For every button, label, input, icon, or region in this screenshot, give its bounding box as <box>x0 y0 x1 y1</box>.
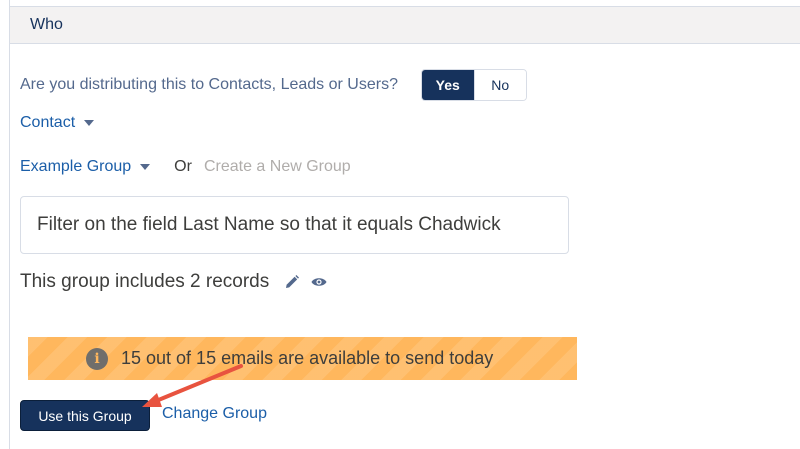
or-label: Or <box>174 158 192 175</box>
recipient-type-label: Contact <box>20 114 76 131</box>
eye-icon[interactable] <box>311 276 327 288</box>
pencil-icon[interactable] <box>285 275 300 289</box>
group-dropdown[interactable]: Example Group <box>20 158 151 176</box>
filter-description-box: Filter on the field Last Name so that it… <box>20 196 569 254</box>
use-this-group-button[interactable]: Use this Group <box>20 400 150 431</box>
group-summary: This group includes 2 records <box>20 271 327 293</box>
group-row: Example Group Or Create a New Group <box>20 158 351 176</box>
send-limit-text: 15 out of 15 emails are available to sen… <box>121 348 494 368</box>
recipient-type-dropdown[interactable]: Contact <box>20 114 95 132</box>
who-section: Who Are you distributing this to Contact… <box>0 0 800 449</box>
yes-button[interactable]: Yes <box>422 70 474 100</box>
no-button[interactable]: No <box>473 70 526 100</box>
section-header: Who <box>10 6 800 44</box>
filter-description: Filter on the field Last Name so that it… <box>37 214 501 235</box>
chevron-down-icon <box>140 164 151 170</box>
create-new-group-link[interactable]: Create a New Group <box>204 158 351 176</box>
send-limit-banner: i 15 out of 15 emails are available to s… <box>28 337 577 380</box>
record-count-text: This group includes 2 records <box>20 271 270 292</box>
distribution-question: Are you distributing this to Contacts, L… <box>20 76 398 93</box>
distribution-toggle: Yes No <box>421 69 527 101</box>
chevron-down-icon <box>84 120 95 126</box>
change-group-link[interactable]: Change Group <box>162 405 267 423</box>
group-label: Example Group <box>20 158 132 175</box>
info-icon: i <box>86 347 108 370</box>
section-title: Who <box>30 16 63 33</box>
